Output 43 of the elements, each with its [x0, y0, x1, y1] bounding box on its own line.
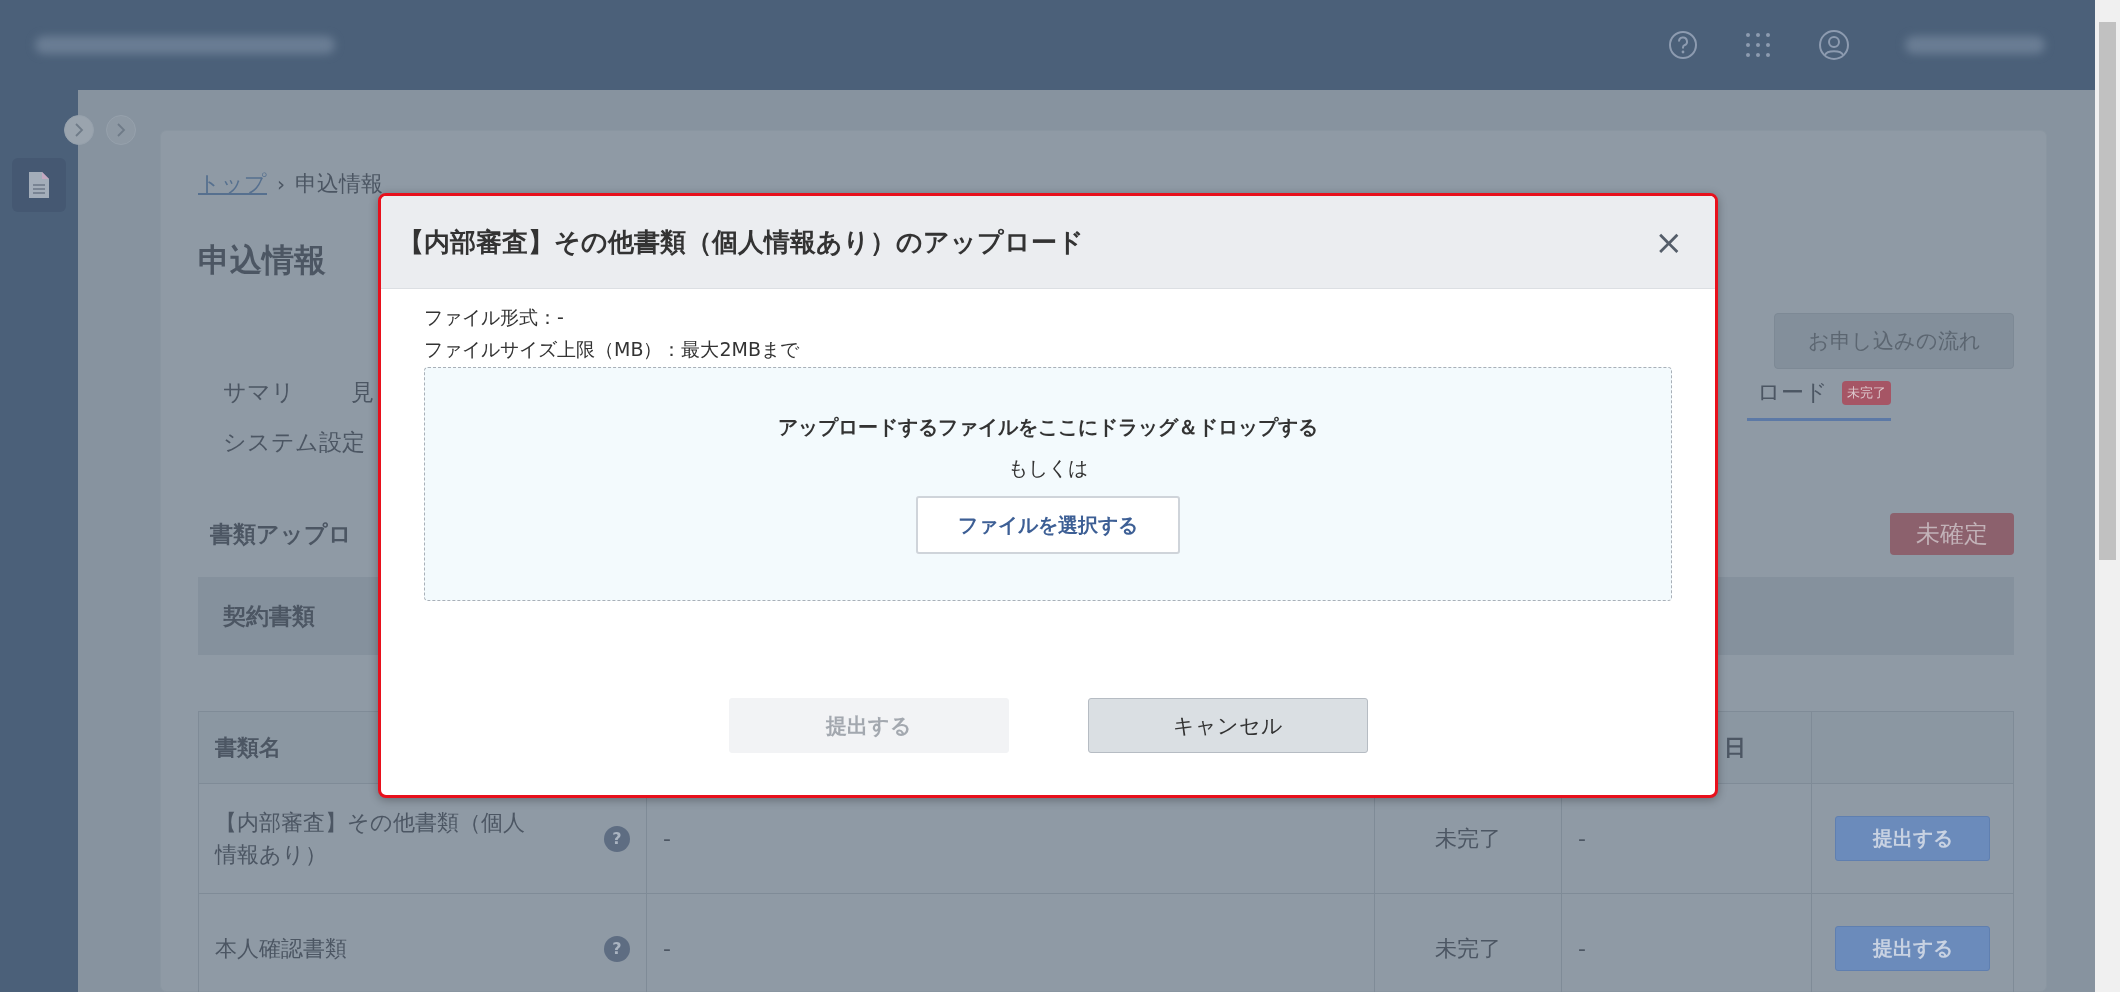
tab[interactable]: システム設定 — [223, 427, 365, 471]
tab[interactable]: ロード 未完了 — [1747, 377, 1891, 421]
breadcrumb-separator: › — [277, 172, 285, 196]
breadcrumb-link[interactable]: トップ — [198, 169, 267, 199]
document-name: 本人確認書類 — [215, 934, 348, 963]
table-cell: 未完了 — [1375, 894, 1562, 992]
submit-button[interactable]: 提出する — [1835, 816, 1990, 861]
file-info-text: ファイルサイズ上限（MB）：最大2MBまで — [424, 337, 800, 362]
file-info-text: ファイル形式：- — [424, 305, 565, 330]
help-icon[interactable] — [1668, 30, 1698, 60]
document-name: 【内部審査】その他書類（個人情報あり） — [215, 808, 526, 869]
tab[interactable]: サマリ — [223, 377, 295, 421]
table-cell: - — [647, 894, 1375, 992]
tab[interactable]: 見 — [351, 377, 374, 421]
select-file-button[interactable]: ファイルを選択する — [916, 496, 1180, 554]
chevron-right-icon — [114, 122, 128, 138]
drop-zone[interactable]: アップロードするファイルをここにドラッグ＆ドロップする もしくは ファイルを選択する — [424, 367, 1672, 601]
help-icon[interactable]: ? — [604, 825, 630, 852]
cancel-button[interactable]: キャンセル — [1087, 698, 1368, 753]
submit-button[interactable]: 提出する — [1835, 926, 1990, 971]
section-title: 書類アップロ — [209, 519, 352, 549]
breadcrumb-current: 申込情報 — [295, 170, 383, 198]
tab-label[interactable]: 見 — [351, 377, 374, 408]
drop-prompt: アップロードするファイルをここにドラッグ＆ドロップする — [778, 414, 1318, 441]
dialog-title: 【内部審査】その他書類（個人情報あり）のアップロード — [398, 225, 1084, 259]
status-badge: 未完了 — [1842, 380, 1891, 405]
scrollbar-thumb[interactable] — [2099, 22, 2116, 560]
document-menu-item[interactable] — [12, 158, 66, 212]
scrollbar[interactable] — [2095, 0, 2120, 992]
tab-label[interactable]: ロード — [1757, 377, 1828, 408]
user-icon[interactable] — [1818, 29, 1850, 61]
or-text: もしくは — [1008, 455, 1088, 482]
document-icon — [28, 171, 50, 199]
table-cell: - — [1562, 894, 1812, 992]
status-badge: 未確定 — [1890, 513, 2014, 555]
app-grid-icon[interactable] — [1743, 30, 1773, 60]
close-button[interactable]: × — [1650, 222, 1687, 262]
chevron-right-icon — [72, 122, 86, 138]
page-title: 申込情報 — [198, 240, 326, 281]
category-title: 契約書類 — [223, 601, 315, 631]
help-icon[interactable]: ? — [604, 935, 630, 962]
tab-label[interactable]: サマリ — [223, 377, 295, 408]
tab-label[interactable]: システム設定 — [223, 427, 365, 458]
